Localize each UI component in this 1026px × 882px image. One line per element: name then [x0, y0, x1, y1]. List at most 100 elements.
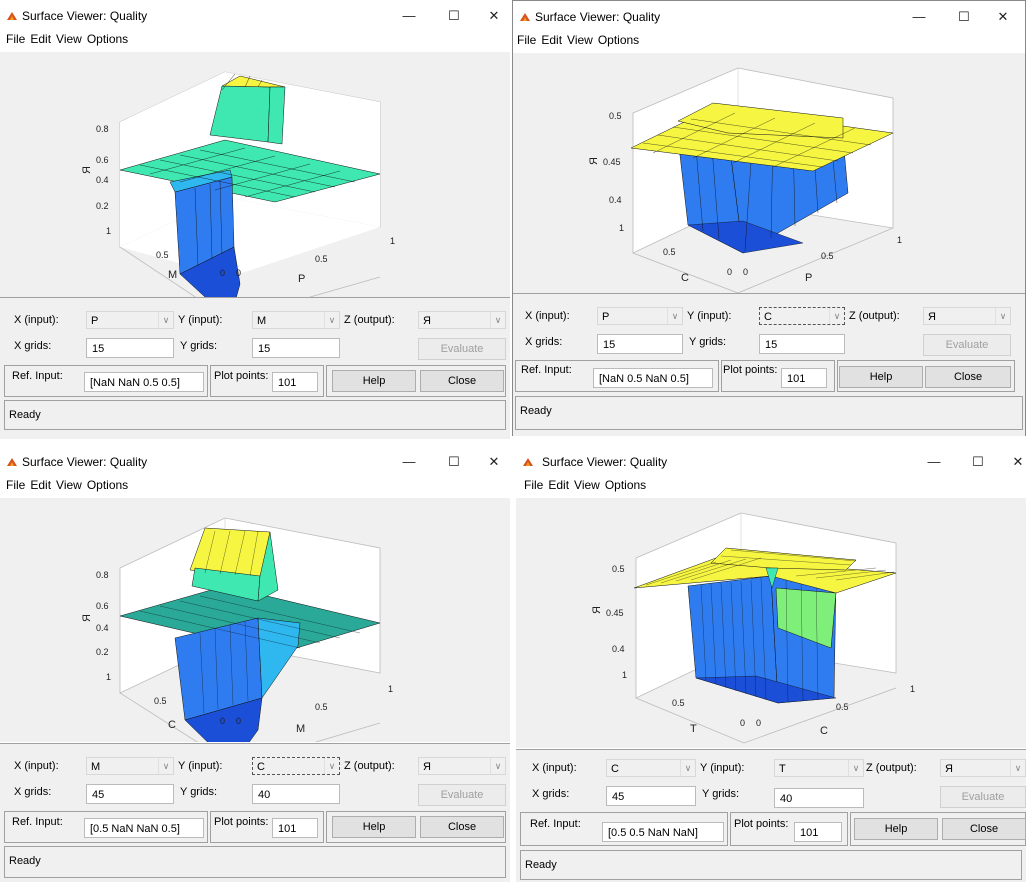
- menu-options[interactable]: Options: [87, 478, 128, 492]
- z-output-label: Z (output):: [849, 310, 900, 322]
- menu-options[interactable]: Options: [87, 32, 128, 46]
- close-button[interactable]: Close: [942, 818, 1026, 840]
- menu-edit[interactable]: Edit: [30, 478, 51, 492]
- maximize-button[interactable]: ☐: [440, 452, 468, 472]
- maximize-button[interactable]: ☐: [950, 7, 978, 27]
- y-grids-input[interactable]: 15: [252, 338, 340, 358]
- ref-input-field[interactable]: [0.5 0.5 NaN NaN]: [602, 822, 724, 842]
- evaluate-button[interactable]: Evaluate: [418, 784, 506, 806]
- z-output-select[interactable]: Я ∨: [923, 307, 1011, 325]
- menu-view[interactable]: View: [56, 478, 82, 492]
- y-grids-label: Y grids:: [689, 336, 727, 348]
- ref-input-field[interactable]: [NaN 0.5 NaN 0.5]: [593, 368, 713, 388]
- y-axis-label: C: [168, 719, 176, 731]
- control-panel: X (input): M ∨ Y (input): C ∨ Z (output): …: [0, 743, 510, 882]
- menu-file[interactable]: File: [6, 32, 25, 46]
- maximize-button[interactable]: ☐: [440, 6, 468, 26]
- z-output-select[interactable]: Я ∨: [418, 757, 506, 775]
- plot-area[interactable]: 0.5 0.45 0.4 1 0.5 0 0 0.5 1 Я C P: [513, 53, 1025, 293]
- close-window-button[interactable]: ✕: [480, 452, 508, 472]
- plot-area[interactable]: 0.5 0.45 0.4 1 0.5 0 0 0.5 1 Я T C: [516, 498, 1026, 748]
- help-button[interactable]: Help: [854, 818, 938, 840]
- menu-file[interactable]: File: [524, 478, 543, 492]
- x-input-select[interactable]: P ∨: [86, 311, 174, 329]
- close-window-button[interactable]: ✕: [1004, 452, 1026, 472]
- plot-points-label: Plot points:: [734, 818, 789, 830]
- x-axis-label: M: [296, 723, 305, 735]
- y-tick: 1: [106, 226, 111, 236]
- ref-input-field[interactable]: [0.5 NaN NaN 0.5]: [84, 818, 204, 838]
- plot-points-input[interactable]: 101: [781, 368, 827, 388]
- minimize-button[interactable]: —: [395, 6, 423, 26]
- y-input-select[interactable]: C ∨: [252, 757, 340, 775]
- plot-area[interactable]: 0.8 0.6 0.4 0.2 1 0.5 0 0 0.5 1 Я M P: [0, 52, 510, 297]
- surface-viewer-window-3: Surface Viewer: Quality — ☐ ✕ File Edit Vi…: [0, 446, 510, 882]
- x-tick: 0.5: [315, 702, 328, 712]
- close-window-button[interactable]: ✕: [989, 7, 1017, 27]
- y-input-select[interactable]: C ∨: [759, 307, 845, 325]
- x-input-label: X (input):: [532, 762, 577, 774]
- x-input-select[interactable]: M ∨: [86, 757, 174, 775]
- z-tick: 0.6: [96, 601, 109, 611]
- y-grids-input[interactable]: 40: [774, 788, 864, 808]
- y-tick: 0.5: [672, 698, 685, 708]
- ref-input-field[interactable]: [NaN NaN 0.5 0.5]: [84, 372, 204, 392]
- z-tick: 0.45: [603, 157, 621, 167]
- x-axis-label: P: [805, 272, 812, 284]
- status-text: Ready: [9, 855, 41, 867]
- close-button[interactable]: Close: [925, 366, 1011, 388]
- minimize-button[interactable]: —: [905, 7, 933, 27]
- plot-points-input[interactable]: 101: [272, 372, 318, 392]
- status-text: Ready: [520, 405, 552, 417]
- plot-points-input[interactable]: 101: [794, 822, 842, 842]
- x-input-select[interactable]: P ∨: [597, 307, 683, 325]
- evaluate-button[interactable]: Evaluate: [923, 334, 1011, 356]
- y-grids-input[interactable]: 15: [759, 334, 845, 354]
- x-grids-input[interactable]: 15: [86, 338, 174, 358]
- surface-plot[interactable]: 0.5 0.45 0.4 1 0.5 0 0 0.5 1 Я C P: [513, 53, 1025, 293]
- help-button[interactable]: Help: [332, 816, 416, 838]
- menu-bar: File Edit View Options: [517, 33, 1025, 51]
- x-input-select[interactable]: C ∨: [606, 759, 696, 777]
- evaluate-button[interactable]: Evaluate: [940, 786, 1026, 808]
- z-output-select[interactable]: Я ∨: [940, 759, 1026, 777]
- plot-points-input[interactable]: 101: [272, 818, 318, 838]
- y-grids-input[interactable]: 40: [252, 784, 340, 804]
- surface-plot[interactable]: 0.5 0.45 0.4 1 0.5 0 0 0.5 1 Я T C: [516, 498, 1026, 748]
- surface-plot[interactable]: 0.8 0.6 0.4 0.2 1 0.5 0 0 0.5 1 Я C M: [0, 498, 510, 742]
- plot-area[interactable]: 0.8 0.6 0.4 0.2 1 0.5 0 0 0.5 1 Я C M: [0, 498, 510, 742]
- y-input-value: C: [257, 761, 265, 773]
- x-grids-input[interactable]: 45: [86, 784, 174, 804]
- menu-view[interactable]: View: [574, 478, 600, 492]
- z-axis-label: Я: [81, 166, 93, 174]
- y-input-select[interactable]: M ∨: [252, 311, 340, 329]
- x-grids-input[interactable]: 15: [597, 334, 683, 354]
- z-tick: 0.4: [612, 644, 625, 654]
- chevron-down-icon: ∨: [490, 758, 505, 774]
- menu-options[interactable]: Options: [605, 478, 646, 492]
- z-tick: 0.4: [96, 623, 109, 633]
- surface-plot[interactable]: 0.8 0.6 0.4 0.2 1 0.5 0 0 0.5 1 Я M P: [0, 52, 510, 297]
- maximize-button[interactable]: ☐: [964, 452, 992, 472]
- menu-view[interactable]: View: [56, 32, 82, 46]
- menu-edit[interactable]: Edit: [548, 478, 569, 492]
- status-bar: Ready: [4, 846, 506, 878]
- help-button[interactable]: Help: [839, 366, 923, 388]
- z-output-select[interactable]: Я ∨: [418, 311, 506, 329]
- minimize-button[interactable]: —: [395, 452, 423, 472]
- menu-edit[interactable]: Edit: [541, 33, 562, 47]
- menu-file[interactable]: File: [517, 33, 536, 47]
- minimize-button[interactable]: —: [920, 452, 948, 472]
- evaluate-button[interactable]: Evaluate: [418, 338, 506, 360]
- menu-options[interactable]: Options: [598, 33, 639, 47]
- y-input-select[interactable]: T ∨: [774, 759, 864, 777]
- menu-view[interactable]: View: [567, 33, 593, 47]
- close-window-button[interactable]: ✕: [480, 6, 508, 26]
- close-button[interactable]: Close: [420, 370, 504, 392]
- z-tick: 0.4: [96, 175, 109, 185]
- menu-edit[interactable]: Edit: [30, 32, 51, 46]
- help-button[interactable]: Help: [332, 370, 416, 392]
- menu-file[interactable]: File: [6, 478, 25, 492]
- x-grids-input[interactable]: 45: [606, 786, 696, 806]
- close-button[interactable]: Close: [420, 816, 504, 838]
